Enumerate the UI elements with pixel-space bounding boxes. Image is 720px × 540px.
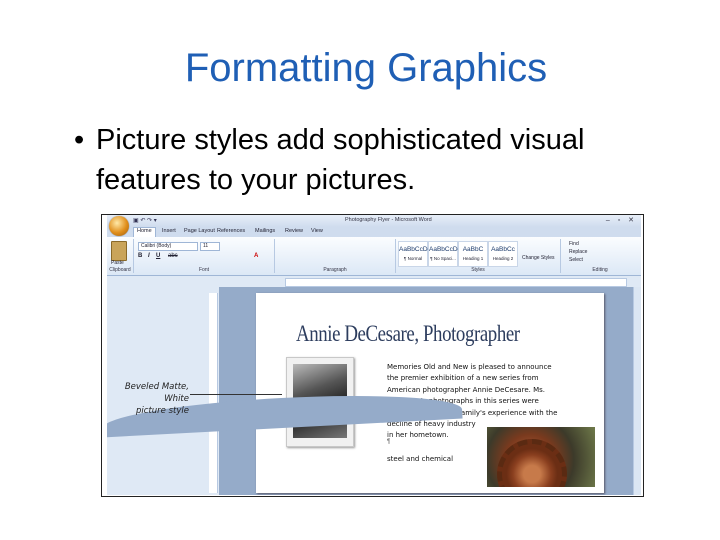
- style-name: Heading 2: [492, 256, 514, 261]
- style-preview: AaBbCcDc: [429, 246, 461, 253]
- word-window: ▣ ↶ ↷ ▾ Photography Flyer - Microsoft Wo…: [107, 215, 641, 495]
- style-name: ¶ No Spaci...: [430, 256, 456, 261]
- style-no-spacing[interactable]: AaBbCcDc ¶ No Spaci...: [428, 241, 461, 267]
- document-page[interactable]: Annie DeCesare, Photographer Memories Ol…: [256, 293, 604, 493]
- body-line: American photographer Annie DeCesare. Ms…: [387, 385, 545, 394]
- bullet-text: Picture styles add sophisticated visual …: [96, 124, 585, 196]
- style-normal[interactable]: AaBbCcDc ¶ Normal: [398, 241, 431, 267]
- find-button[interactable]: Find: [569, 241, 579, 247]
- window-controls[interactable]: – ▫ ✕: [606, 216, 637, 224]
- font-size-box[interactable]: 11: [200, 242, 220, 251]
- gear-photo-image[interactable]: [487, 427, 595, 487]
- strikethrough-button[interactable]: abc: [168, 253, 178, 259]
- office-button-icon[interactable]: [109, 216, 129, 236]
- callout-line-2: picture style: [136, 406, 189, 416]
- style-heading-2[interactable]: AaBbCc Heading 2: [488, 241, 518, 267]
- title-bar: ▣ ↶ ↷ ▾ Photography Flyer - Microsoft Wo…: [107, 215, 641, 227]
- bold-button[interactable]: B: [138, 253, 142, 259]
- horizontal-ruler[interactable]: [285, 278, 627, 287]
- tab-page-layout[interactable]: Page Layout: [184, 228, 215, 234]
- tab-home[interactable]: Home: [133, 227, 156, 237]
- style-preview: AaBbCcDc: [399, 246, 431, 253]
- group-label-paragraph: Paragraph: [323, 267, 347, 273]
- gear-image: [497, 439, 567, 487]
- paste-label: Paste: [111, 260, 124, 266]
- body-line: Memories Old and New is pleased to annou…: [387, 363, 552, 371]
- replace-button[interactable]: Replace: [569, 249, 587, 255]
- style-preview: AaBbCc: [491, 246, 515, 253]
- group-label-clipboard: Clipboard: [109, 267, 131, 273]
- group-label-editing: Editing: [592, 267, 608, 273]
- group-font: Calibri (Body) 11 B I U abc A Font: [134, 239, 275, 273]
- tab-mailings[interactable]: Mailings: [255, 228, 275, 234]
- slide-title: Formatting Graphics: [184, 46, 548, 90]
- body-line-partial: steel and chemical: [387, 455, 454, 463]
- callout-leader-line: [190, 394, 282, 395]
- font-color-button[interactable]: A: [254, 253, 258, 259]
- font-name-box[interactable]: Calibri (Body): [138, 242, 198, 251]
- tab-references[interactable]: References: [217, 228, 245, 234]
- style-heading-1[interactable]: AaBbC Heading 1: [458, 241, 488, 267]
- change-styles-button[interactable]: Change Styles: [522, 255, 556, 261]
- group-clipboard: Paste Clipboard: [107, 239, 134, 273]
- group-editing: Find Replace Select Editing: [561, 239, 639, 273]
- style-preview: AaBbC: [462, 246, 484, 253]
- select-button[interactable]: Select: [569, 257, 583, 263]
- window-title: Photography Flyer - Microsoft Word: [345, 217, 432, 223]
- quick-access-toolbar[interactable]: ▣ ↶ ↷ ▾: [133, 217, 157, 224]
- body-line: the premier exhibition of a new series f…: [387, 374, 539, 383]
- group-label-styles: Styles: [471, 267, 485, 273]
- tab-insert[interactable]: Insert: [162, 228, 176, 234]
- group-styles: AaBbCcDc ¶ Normal AaBbCcDc ¶ No Spaci...…: [396, 239, 561, 273]
- paragraph-mark: ¶: [387, 439, 391, 445]
- group-label-font: Font: [198, 267, 209, 273]
- style-name: ¶ Normal: [403, 256, 423, 261]
- callout-line-1: Beveled Matte, White: [124, 382, 189, 404]
- italic-button[interactable]: I: [148, 253, 150, 259]
- clipboard-icon[interactable]: [111, 241, 127, 261]
- tab-view[interactable]: View: [311, 228, 323, 234]
- vertical-scrollbar[interactable]: [633, 287, 641, 495]
- group-paragraph: Paragraph: [275, 239, 396, 273]
- style-name: Heading 1: [462, 256, 484, 261]
- vertical-ruler[interactable]: [209, 293, 218, 493]
- slide-bullet: • Picture styles add sophisticated visua…: [74, 120, 694, 200]
- ribbon-tabs: Home Insert Page Layout References Maili…: [107, 227, 641, 237]
- document-heading: Annie DeCesare, Photographer: [296, 321, 520, 346]
- ribbon: Paste Clipboard Calibri (Body) 11 B I U …: [107, 237, 641, 276]
- tab-review[interactable]: Review: [285, 228, 303, 234]
- underline-button[interactable]: U: [156, 253, 160, 259]
- bullet-symbol: •: [74, 124, 85, 156]
- callout-label: Beveled Matte, White picture style: [101, 381, 189, 417]
